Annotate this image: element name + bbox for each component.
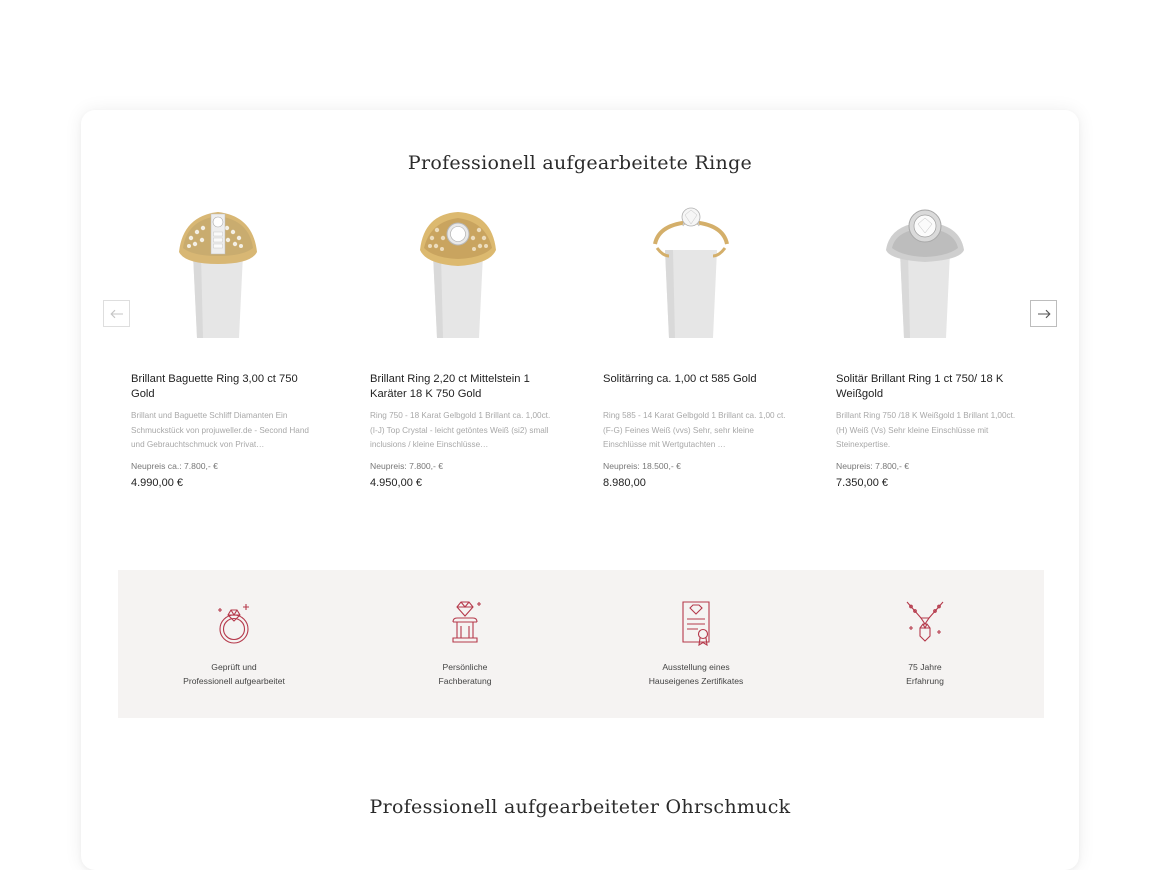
product-name[interactable]: Solitärring ca. 1,00 ct 585 Gold <box>603 372 793 387</box>
product-description: Brillant Ring 750 /18 K Weißgold 1 Brill… <box>836 411 1016 449</box>
product-card[interactable]: Brillant Ring 2,20 ct Mittelstein 1 Karä… <box>370 202 570 489</box>
product-old-price: Neupreis: 18.500,- € <box>603 461 681 471</box>
product-card[interactable]: Solitärring ca. 1,00 ct 585 Gold Ring 58… <box>603 202 803 489</box>
product-image[interactable] <box>370 202 570 342</box>
section-title-earrings: Professionell aufgearbeiteter Ohrschmuck <box>369 796 791 818</box>
certificate-icon <box>682 601 710 646</box>
feature-item: 75 Jahre Erfahrung <box>835 598 1015 688</box>
product-description: Ring 750 - 18 Karat Gelbgold 1 Brillant … <box>370 411 551 449</box>
product-image[interactable] <box>603 202 803 342</box>
product-price: 7.350,00 € <box>836 477 888 489</box>
arrow-left-icon <box>109 309 123 318</box>
product-name[interactable]: Brillant Ring 2,20 ct Mittelstein 1 Karä… <box>370 372 560 402</box>
feature-text: 75 Jahre Erfahrung <box>906 662 944 686</box>
feature-item: Ausstellung eines Hauseigenes Zertifikat… <box>606 598 786 688</box>
ring-check-icon <box>218 604 249 644</box>
section-title-rings: Professionell aufgearbeitete Ringe <box>407 152 753 174</box>
product-description: Brillant und Baguette Schliff Diamanten … <box>131 411 309 449</box>
necklace-icon <box>906 601 944 642</box>
product-price: 8.980,00 <box>603 477 646 489</box>
feature-strip: Geprüft und Professionell aufgearbeitet … <box>118 570 1044 718</box>
product-price: 4.990,00 € <box>131 477 183 489</box>
feature-text: Geprüft und Professionell aufgearbeitet <box>183 662 285 686</box>
product-name[interactable]: Brillant Baguette Ring 3,00 ct 750 Gold <box>131 372 321 402</box>
product-description: Ring 585 - 14 Karat Gelbgold 1 Brillant … <box>603 411 786 449</box>
product-name[interactable]: Solitär Brillant Ring 1 ct 750/ 18 K Wei… <box>836 372 1026 402</box>
product-old-price: Neupreis: 7.800,- € <box>370 461 444 471</box>
product-image[interactable] <box>131 202 331 342</box>
product-price: 4.950,00 € <box>370 477 422 489</box>
carousel-prev-button[interactable] <box>103 300 130 327</box>
product-old-price: Neupreis: 7.800,- € <box>836 461 910 471</box>
arrow-right-icon <box>1037 309 1051 318</box>
feature-item: Persönliche Fachberatung <box>375 598 555 688</box>
product-card[interactable]: Brillant Baguette Ring 3,00 ct 750 Gold … <box>131 202 331 489</box>
feature-item: Geprüft und Professionell aufgearbeitet <box>144 598 324 688</box>
product-card[interactable]: Solitär Brillant Ring 1 ct 750/ 18 K Wei… <box>836 202 1036 489</box>
carousel-next-button[interactable] <box>1030 300 1057 327</box>
diamond-pedestal-icon <box>452 601 481 643</box>
product-image[interactable] <box>836 202 1036 342</box>
feature-text: Ausstellung eines Hauseigenes Zertifikat… <box>648 662 744 686</box>
feature-text: Persönliche Fachberatung <box>438 662 492 686</box>
product-old-price: Neupreis ca.: 7.800,- € <box>131 461 218 471</box>
content-card: Professionell aufgearbeitete Ringe Brill… <box>81 110 1079 870</box>
